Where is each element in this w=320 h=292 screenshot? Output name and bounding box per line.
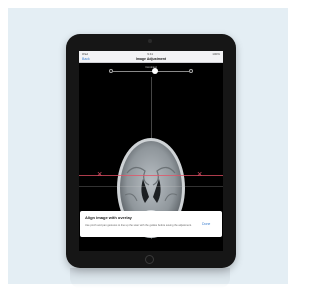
camera-icon — [148, 39, 152, 43]
home-button[interactable] — [145, 255, 154, 264]
time-label: 9:41 — [147, 51, 154, 56]
slider-label: Contrast — [145, 65, 157, 69]
device-reflection — [70, 268, 230, 288]
page-title: Image Adjustment — [135, 57, 167, 61]
app-screen: iPad 9:41 100% Back Image Adjustment Con… — [79, 51, 223, 251]
left-cross-marker-icon: × — [97, 169, 103, 179]
dialog-body: Use pinch and pan gestures to line up th… — [85, 224, 192, 227]
secondary-guide-line — [79, 186, 223, 187]
ipad-device: iPad 9:41 100% Back Image Adjustment Con… — [66, 34, 236, 268]
done-button[interactable]: Done — [202, 222, 210, 226]
bottom-toolbar — [79, 239, 223, 251]
carrier-label: iPad — [82, 51, 89, 56]
alignment-dialog: Align image with overlay Use pinch and p… — [80, 211, 222, 237]
dialog-title: Align image with overlay — [85, 215, 132, 220]
battery-label: 100% — [212, 51, 220, 56]
navigation-bar: Back Image Adjustment — [79, 56, 223, 63]
contrast-slider[interactable] — [113, 71, 189, 72]
right-cross-marker-icon: × — [197, 169, 203, 179]
slider-thumb[interactable] — [151, 68, 158, 74]
slider-max-icon — [189, 69, 193, 73]
